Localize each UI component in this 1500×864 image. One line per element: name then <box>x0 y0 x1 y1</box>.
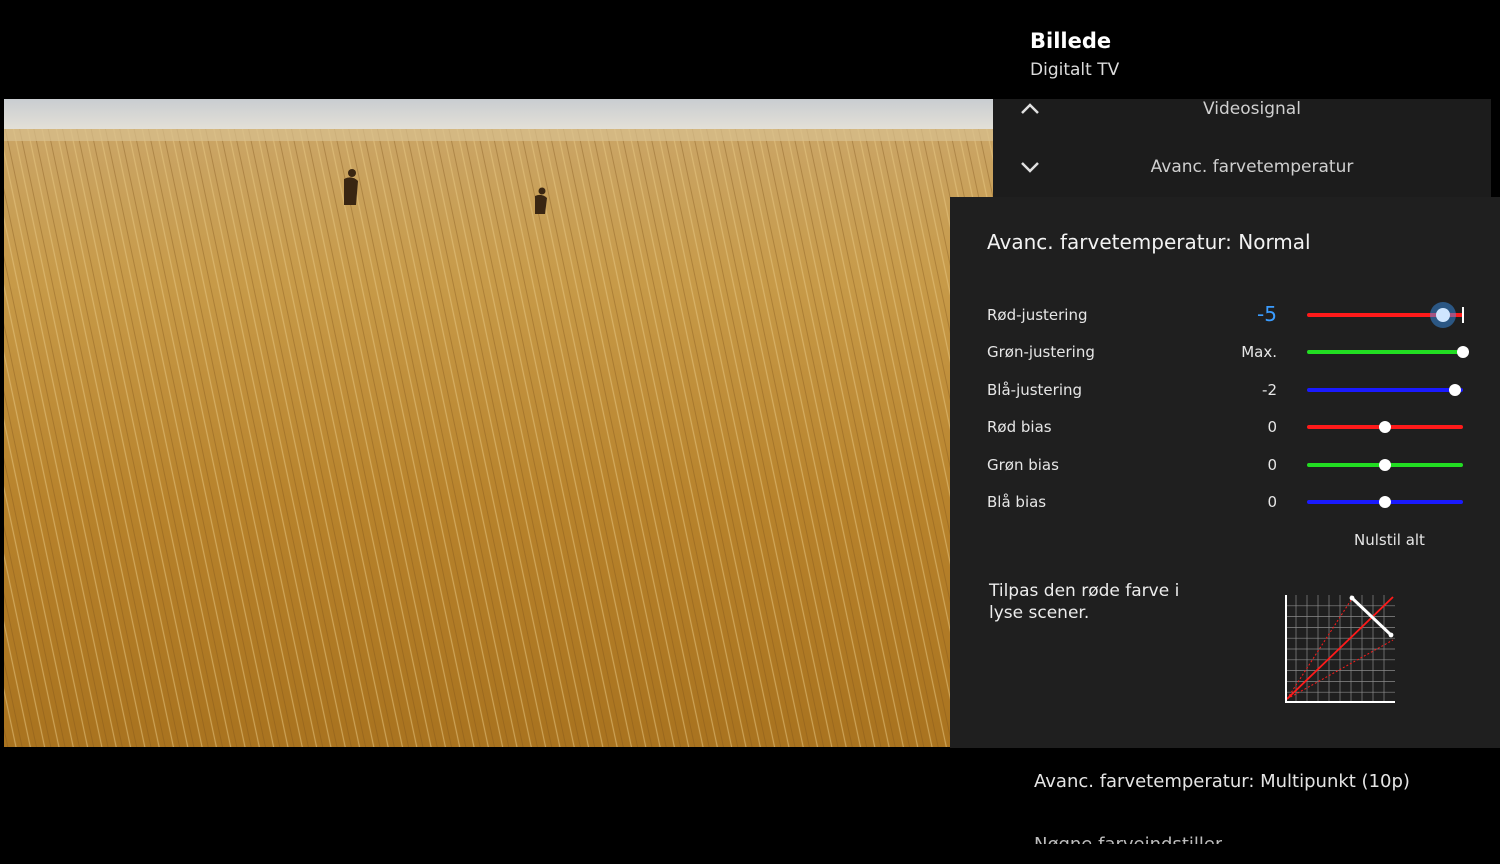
slider-knob[interactable] <box>1435 308 1450 322</box>
menu-item-partial[interactable]: Nøgne farveindstiller <box>1034 834 1222 844</box>
video-preview <box>4 99 993 747</box>
help-text: Tilpas den røde farve i lyse scener. <box>989 581 1180 623</box>
slider-knob[interactable] <box>1457 346 1469 358</box>
slider-knob[interactable] <box>1379 496 1391 508</box>
slider-label: Grøn bias <box>987 456 1059 474</box>
color-curve-graph-icon <box>1285 595 1395 703</box>
slider-row[interactable]: Blå bias 0 <box>987 487 1477 517</box>
page-title: Billede <box>1030 29 1112 53</box>
slider-track[interactable] <box>1307 388 1463 392</box>
slider-value: -2 <box>1262 381 1277 399</box>
menu-item-label: Videosignal <box>1203 99 1301 119</box>
slider-label: Grøn-justering <box>987 343 1095 361</box>
slider-row[interactable]: Rød-justering -5 <box>987 300 1477 330</box>
slider-knob[interactable] <box>1449 384 1462 396</box>
slider-label: Blå-justering <box>987 381 1083 399</box>
slider-label: Rød-justering <box>987 306 1088 324</box>
slider-row[interactable]: Blå-justering -2 <box>987 375 1477 405</box>
menu-item-label: Avanc. farvetemperatur <box>1150 157 1354 177</box>
page-subtitle: Digitalt TV <box>1030 60 1120 80</box>
slider-label: Blå bias <box>987 493 1047 511</box>
slider-end-marker <box>1462 307 1464 323</box>
slider-value: 0 <box>1267 493 1277 511</box>
panel-title: Avanc. farvetemperatur: Normal <box>987 230 1311 254</box>
color-temperature-panel: Avanc. farvetemperatur: Normal Rød-juste… <box>950 197 1500 748</box>
slider-row[interactable]: Grøn-justering Max. <box>987 337 1477 367</box>
slider-row[interactable]: Grøn bias 0 <box>987 450 1477 480</box>
slider-knob[interactable] <box>1379 459 1391 471</box>
slider-value: 0 <box>1267 456 1277 474</box>
slider-knob[interactable] <box>1379 421 1391 433</box>
chevron-down-icon <box>1021 162 1039 173</box>
menu-item-multipunkt[interactable]: Avanc. farvetemperatur: Multipunkt (10p) <box>1034 771 1410 792</box>
menu-item-avanc-farvetemperatur[interactable]: Avanc. farvetemperatur <box>993 141 1491 193</box>
slider-track[interactable] <box>1307 350 1463 354</box>
slider-label: Rød bias <box>987 418 1052 436</box>
slider-row[interactable]: Rød bias 0 <box>987 412 1477 442</box>
reset-all-button[interactable]: Nulstil alt <box>1354 531 1425 549</box>
slider-value: 0 <box>1267 418 1277 436</box>
slider-value: -5 <box>1257 302 1277 326</box>
chevron-up-icon <box>1021 103 1039 114</box>
menu-item-videosignal[interactable]: Videosignal <box>993 83 1491 135</box>
slider-value: Max. <box>1241 343 1277 361</box>
